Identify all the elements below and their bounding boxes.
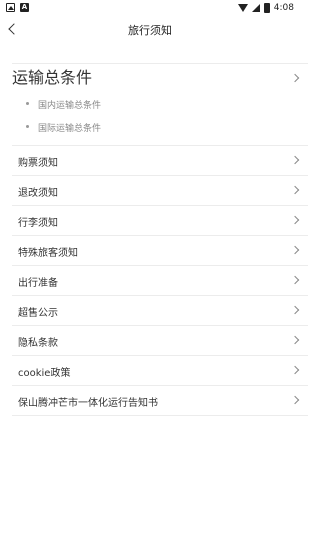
list-item-label: cookie政策 xyxy=(18,368,71,379)
list-item-preparation[interactable]: 出行准备 xyxy=(12,266,308,296)
chevron-right-icon xyxy=(290,245,300,255)
list-item-transport[interactable]: 运输总条件 xyxy=(12,64,308,94)
bullet-dot xyxy=(26,125,29,128)
list-item-baoshan-notice[interactable]: 保山腾冲芒市一体化运行告知书 xyxy=(12,386,308,416)
list-item-label: 特殊旅客须知 xyxy=(18,248,78,259)
list-item-special-passengers[interactable]: 特殊旅客须知 xyxy=(12,236,308,266)
list-item-ticket[interactable]: 购票须知 xyxy=(12,146,308,176)
list-item-baggage[interactable]: 行李须知 xyxy=(12,206,308,236)
list-item-label: 保山腾冲芒市一体化运行告知书 xyxy=(18,398,158,409)
page-title: 旅行须知 xyxy=(128,24,172,37)
list-item-cookie[interactable]: cookie政策 xyxy=(12,356,308,386)
list-item-privacy[interactable]: 隐私条款 xyxy=(12,326,308,356)
sub-item-domestic[interactable]: 国内运输总条件 xyxy=(12,94,308,117)
a-box-icon: A xyxy=(20,3,29,12)
chevron-right-icon xyxy=(290,185,300,195)
chevron-right-icon xyxy=(290,73,300,83)
info-list: 运输总条件 国内运输总条件 国际运输总条件 购票须知 退改须知 行李须知 特殊旅… xyxy=(12,63,308,416)
signal-icon xyxy=(251,4,260,12)
chevron-right-icon xyxy=(290,155,300,165)
transport-group: 运输总条件 国内运输总条件 国际运输总条件 xyxy=(12,64,308,146)
wifi-icon xyxy=(237,4,248,12)
list-item-label: 退改须知 xyxy=(18,188,58,199)
chevron-right-icon xyxy=(290,365,300,375)
image-icon xyxy=(6,3,15,12)
chevron-right-icon xyxy=(290,395,300,405)
list-item-label: 超售公示 xyxy=(18,308,58,319)
chevron-right-icon xyxy=(290,215,300,225)
sub-item-label: 国内运输总条件 xyxy=(38,101,102,111)
battery-icon xyxy=(263,3,270,13)
status-time: 4:08 xyxy=(273,3,294,13)
chevron-right-icon xyxy=(290,335,300,345)
chevron-right-icon xyxy=(290,305,300,315)
list-item-label: 隐私条款 xyxy=(18,338,58,349)
list-item-label: 购票须知 xyxy=(18,158,58,169)
sub-item-label: 国际运输总条件 xyxy=(38,124,102,134)
sub-item-international[interactable]: 国际运输总条件 xyxy=(12,117,308,140)
chevron-right-icon xyxy=(290,275,300,285)
list-item-oversale[interactable]: 超售公示 xyxy=(12,296,308,326)
top-nav-bar: 旅行须知 xyxy=(0,16,300,46)
list-item-label: 行李须知 xyxy=(18,218,58,229)
list-item-label: 运输总条件 xyxy=(12,68,93,87)
list-item-label: 出行准备 xyxy=(18,278,58,289)
status-bar: A 4:08 xyxy=(0,0,300,16)
bullet-dot xyxy=(26,102,29,105)
list-item-refund[interactable]: 退改须知 xyxy=(12,176,308,206)
